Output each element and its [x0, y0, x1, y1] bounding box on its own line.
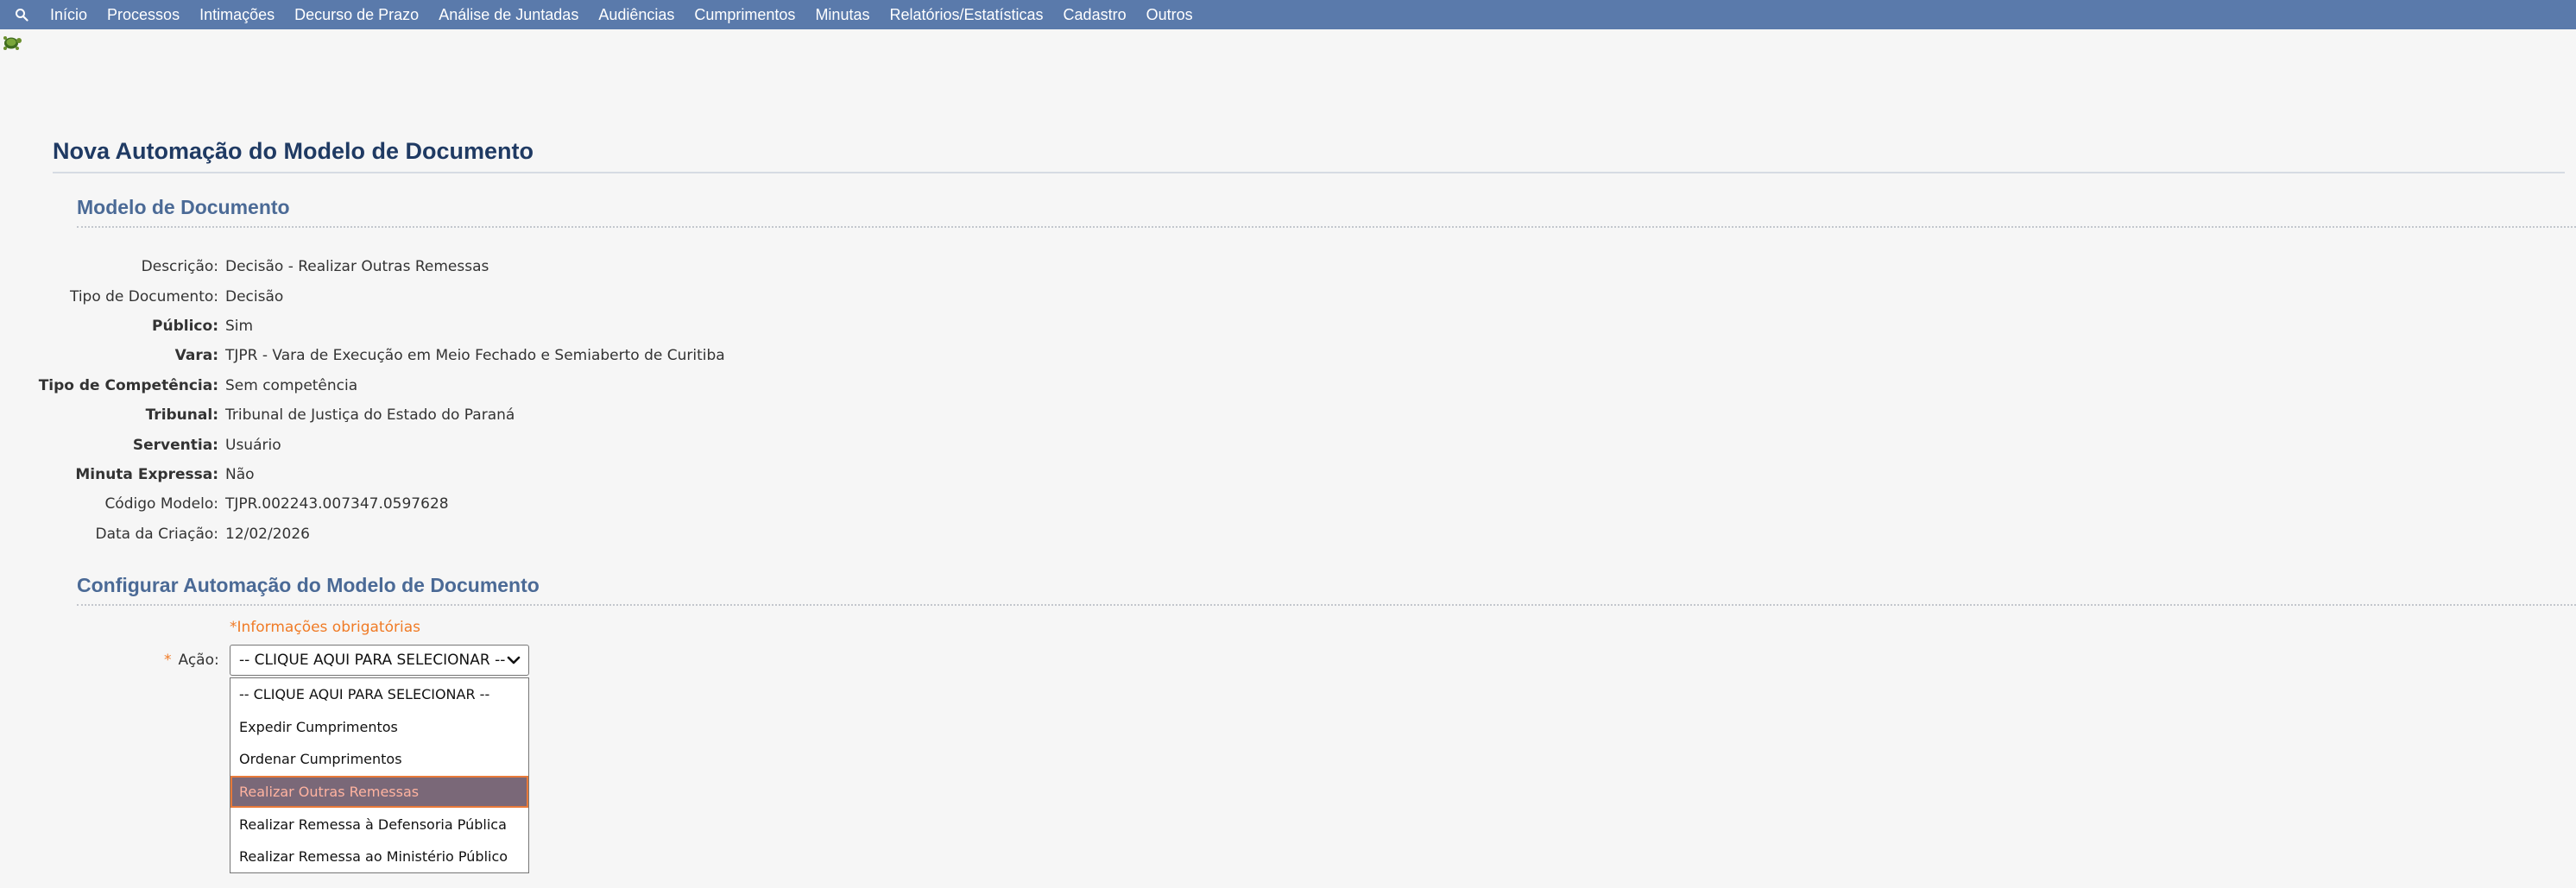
field-label: Público:	[152, 317, 218, 335]
field-label: Minuta Expressa:	[75, 465, 218, 483]
acao-select[interactable]: -- CLIQUE AQUI PARA SELECIONAR --	[230, 645, 529, 676]
field-value: TJPR.002243.007347.0597628	[225, 495, 449, 513]
dropdown-option[interactable]: Expedir Cumprimentos	[230, 711, 528, 744]
menu-items: Início Processos Intimações Decurso de Praz…	[43, 6, 1213, 24]
dropdown-option[interactable]: -- CLIQUE AQUI PARA SELECIONAR --	[230, 678, 528, 711]
field-value: Usuário	[225, 436, 281, 454]
model-fields: Descrição: Decisão - Realizar Outras Reme…	[0, 252, 725, 549]
menu-item[interactable]: Minutas	[815, 6, 869, 24]
field-row: Público: Sim	[0, 312, 725, 341]
acao-dropdown-list: -- CLIQUE AQUI PARA SELECIONAR -- Expedir…	[230, 677, 529, 873]
field-label: Descrição:	[141, 258, 218, 276]
menu-item[interactable]: Processos	[107, 6, 180, 24]
field-label: Data da Criação:	[95, 525, 219, 543]
field-value: Decisão - Realizar Outras Remessas	[225, 258, 489, 276]
field-label: Tribunal:	[145, 406, 218, 425]
field-value: Não	[225, 465, 255, 483]
search-button[interactable]	[0, 0, 43, 29]
field-row: Serventia: Usuário	[0, 430, 725, 459]
required-note: *Informações obrigatórias	[230, 619, 420, 636]
search-icon	[16, 9, 28, 22]
field-value: Tribunal de Justiça do Estado do Paraná	[225, 406, 515, 425]
field-label: Tipo de Competência:	[38, 376, 218, 394]
field-label: Código Modelo:	[104, 495, 218, 513]
acao-label-wrap: * Ação:	[164, 652, 219, 669]
dropdown-option[interactable]: Realizar Remessa à Defensoria Pública	[230, 808, 528, 841]
acao-select-value: -- CLIQUE AQUI PARA SELECIONAR --	[239, 652, 506, 669]
menu-item[interactable]: Relatórios/Estatísticas	[889, 6, 1043, 24]
acao-label: Ação:	[178, 652, 219, 669]
field-label: Vara:	[174, 347, 218, 365]
dropdown-option[interactable]: Realizar Remessa ao Ministério Público	[230, 841, 528, 873]
section-title-modelo: Modelo de Documento	[77, 196, 2576, 228]
field-value: TJPR - Vara de Execução em Meio Fechado …	[225, 347, 725, 365]
field-value: Decisão	[225, 287, 284, 305]
chevron-down-icon	[507, 656, 521, 664]
menu-item[interactable]: Decurso de Prazo	[294, 6, 419, 24]
field-row: Tipo de Documento: Decisão	[0, 281, 725, 311]
dropdown-option[interactable]: Realizar Outras Remessas	[230, 775, 528, 809]
field-row: Data da Criação: 12/02/2026	[0, 520, 725, 549]
section-title-config: Configurar Automação do Modelo de Docume…	[77, 574, 2576, 606]
dropdown-option[interactable]: Ordenar Cumprimentos	[230, 743, 528, 776]
menu-item[interactable]: Cadastro	[1064, 6, 1127, 24]
field-row: Descrição: Decisão - Realizar Outras Reme…	[0, 252, 725, 281]
field-value: Sem competência	[225, 376, 358, 394]
menu-item[interactable]: Outros	[1146, 6, 1193, 24]
menu-item[interactable]: Cumprimentos	[694, 6, 795, 24]
required-star: *	[164, 652, 172, 669]
field-row: Código Modelo: TJPR.002243.007347.0597628	[0, 489, 725, 519]
menu-item[interactable]: Análise de Juntadas	[439, 6, 578, 24]
menu-item[interactable]: Audiências	[598, 6, 674, 24]
field-row: Tipo de Competência: Sem competência	[0, 371, 725, 400]
field-label: Tipo de Documento:	[69, 287, 218, 305]
turtle-icon	[3, 36, 22, 50]
field-value: Sim	[225, 317, 254, 335]
menu-item[interactable]: Intimações	[199, 6, 275, 24]
menu-item[interactable]: Início	[50, 6, 87, 24]
field-label: Serventia:	[132, 436, 218, 454]
top-menu-bar: Início Processos Intimações Decurso de Praz…	[0, 0, 2576, 29]
field-value: 12/02/2026	[225, 525, 310, 543]
field-row: Minuta Expressa: Não	[0, 460, 725, 489]
page-title: Nova Automação do Modelo de Documento	[53, 138, 2565, 173]
field-row: Tribunal: Tribunal de Justiça do Estado d…	[0, 400, 725, 430]
field-row: Vara: TJPR - Vara de Execução em Meio Fec…	[0, 341, 725, 370]
